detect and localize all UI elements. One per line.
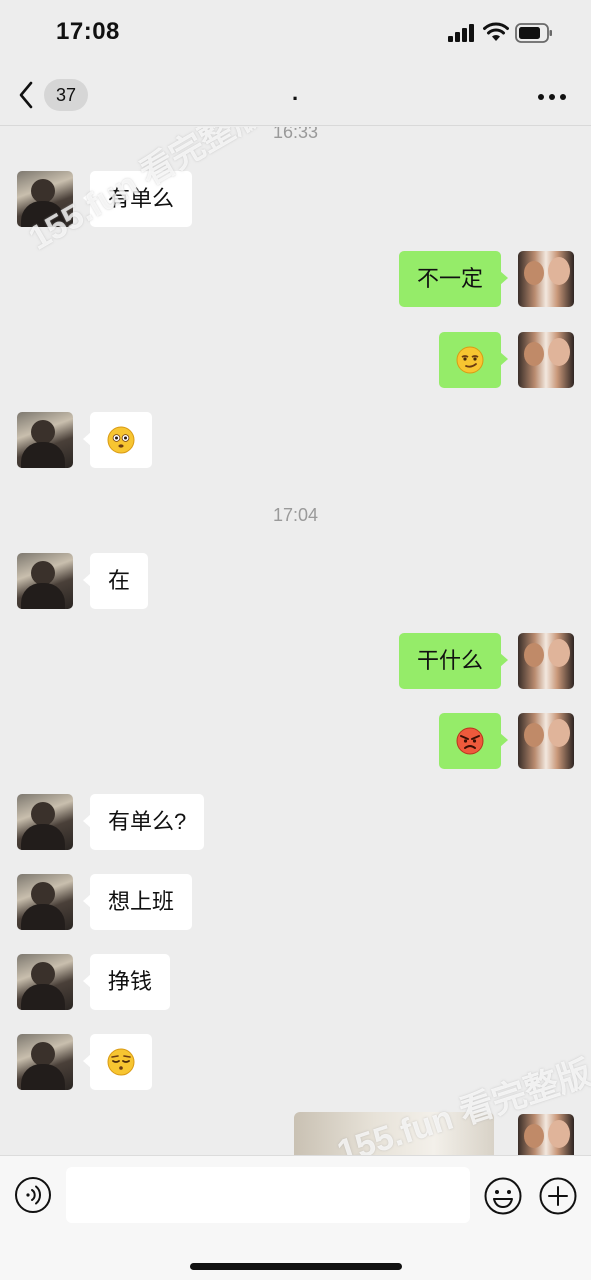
status-time: 17:08 <box>56 18 120 45</box>
message-timestamp: 16:33 <box>272 127 319 142</box>
contact-avatar[interactable] <box>17 553 73 609</box>
flushed-emoji-icon <box>107 426 135 454</box>
home-indicator <box>190 1263 402 1270</box>
voice-icon <box>15 1177 51 1213</box>
contact-avatar[interactable] <box>17 794 73 850</box>
unread-count-badge: 37 <box>44 79 88 111</box>
angry-emoji-icon <box>456 727 484 755</box>
contact-avatar[interactable] <box>17 954 73 1010</box>
voice-input-button[interactable] <box>14 1176 52 1214</box>
relieved-emoji-icon <box>107 1048 135 1076</box>
message-input[interactable] <box>66 1167 470 1223</box>
contact-avatar[interactable] <box>17 412 73 468</box>
plus-icon <box>539 1177 577 1215</box>
input-bar <box>0 1155 591 1280</box>
more-actions-button[interactable] <box>538 1176 578 1216</box>
incoming-text-bubble[interactable]: 在 <box>82 553 149 609</box>
my-avatar[interactable] <box>518 713 574 769</box>
my-avatar[interactable] <box>518 251 574 307</box>
incoming-text-bubble[interactable]: 有单么? <box>82 794 205 850</box>
emoji-picker-button[interactable] <box>483 1176 523 1216</box>
smiley-icon <box>484 1177 522 1215</box>
outgoing-image-message[interactable] <box>294 1112 494 1155</box>
contact-avatar[interactable] <box>17 1034 73 1090</box>
outgoing-emoji-bubble[interactable] <box>439 332 508 388</box>
my-avatar[interactable] <box>518 332 574 388</box>
chat-header: 37 . <box>0 66 591 126</box>
more-options-icon[interactable] <box>536 90 568 104</box>
incoming-text-bubble[interactable]: 挣钱 <box>82 954 171 1010</box>
contact-avatar[interactable] <box>17 874 73 930</box>
my-avatar[interactable] <box>518 1114 574 1155</box>
incoming-text-bubble[interactable]: 想上班 <box>82 874 193 930</box>
battery-icon <box>515 23 553 48</box>
back-button[interactable]: 37 <box>18 79 98 113</box>
message-list[interactable]: 16:33 有单么 不一定 17:04 在 干什么 有单么? 想上班 挣钱 15… <box>0 127 591 1155</box>
chat-title: . <box>291 80 299 105</box>
incoming-text-bubble[interactable]: 有单么 <box>82 171 193 227</box>
chevron-left-icon <box>18 81 34 114</box>
wifi-icon <box>483 22 509 47</box>
incoming-emoji-bubble[interactable] <box>83 412 152 468</box>
cellular-signal-icon <box>448 24 476 47</box>
outgoing-text-bubble[interactable]: 不一定 <box>398 251 509 307</box>
incoming-emoji-bubble[interactable] <box>83 1034 152 1090</box>
smirk-emoji-icon <box>456 346 484 374</box>
outgoing-emoji-bubble[interactable] <box>439 713 508 769</box>
contact-avatar[interactable] <box>17 171 73 227</box>
status-bar: 17:08 <box>0 0 591 66</box>
message-timestamp: 17:04 <box>272 505 319 525</box>
my-avatar[interactable] <box>518 633 574 689</box>
outgoing-text-bubble[interactable]: 干什么 <box>398 633 509 689</box>
